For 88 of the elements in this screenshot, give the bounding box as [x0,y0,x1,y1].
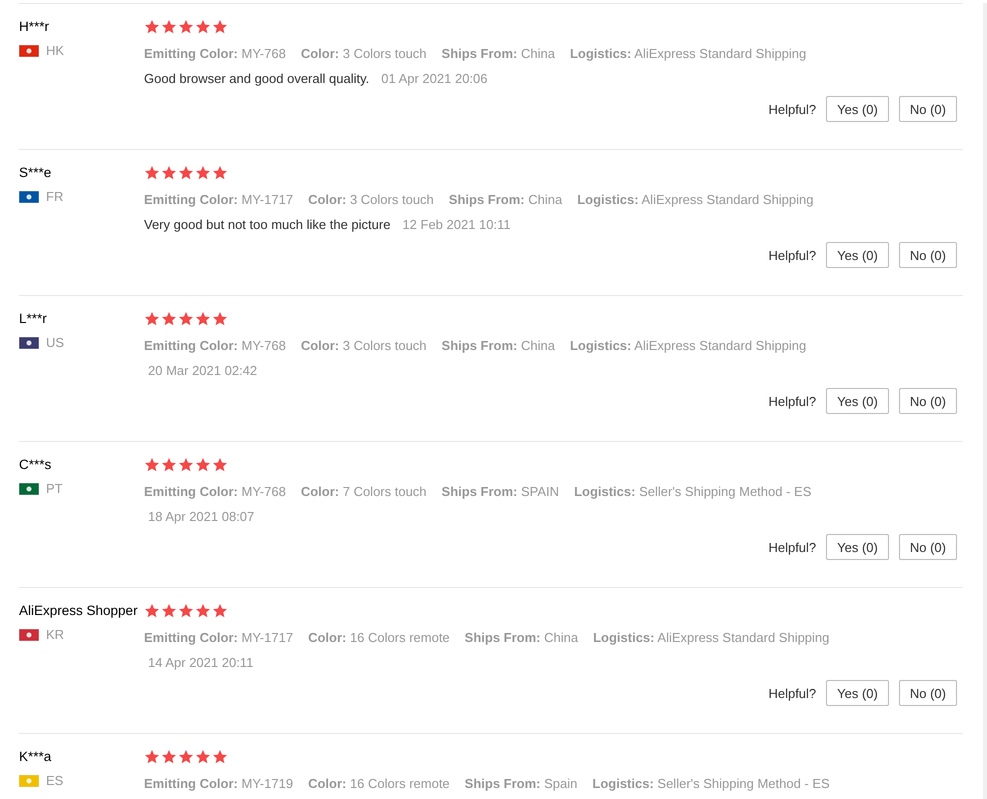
star-icon [178,457,194,473]
star-icon [178,603,194,619]
yes-button[interactable]: Yes (0) [826,534,889,560]
attribute-text: Emitting Color: MY-1717 [144,191,294,209]
star-icon [161,165,177,181]
attribute-text: Emitting Color: MY-768 [144,483,286,501]
review-date: 20 Mar 2021 02:42 [148,363,258,378]
review-date: 18 Apr 2021 08:07 [148,509,254,524]
attribute-text: Logistics: Seller's Shipping Method - ES [574,483,812,501]
attribute-text: Ships From: Spain [464,775,578,793]
yes-button[interactable]: Yes (0) [826,96,889,122]
star-icon [144,749,160,765]
star-icon [161,603,177,619]
star-icon [161,749,177,765]
reviewer-name: K***a [19,748,52,766]
no-button[interactable]: No (0) [898,388,957,414]
attribute-text: Logistics: Seller's Shipping Method - ES [592,775,830,793]
attribute-text: Emitting Color: MY-768 [144,337,286,355]
attribute-text: Logistics: AliExpress Standard Shipping [577,191,814,209]
attribute-text: Logistics: AliExpress Standard Shipping [570,337,806,355]
star-icon [178,19,194,35]
star-icon [195,457,211,473]
review-text: Good browser and good overall quality. [144,71,370,86]
reviewer-name: H***r [19,18,50,36]
attribute-text: Ships From: SPAIN [442,483,560,501]
star-icon [178,165,194,181]
attribute-text: Ships From: China [442,45,555,63]
attribute-text: Color: 16 Colors remote [308,629,450,647]
attribute-text: Color: 7 Colors touch [300,483,427,501]
star-icon [212,457,228,473]
country-code: US [46,335,64,350]
star-icon [144,603,160,619]
no-button[interactable]: No (0) [898,534,957,560]
attribute-text: Ships From: China [442,337,555,355]
review-date: 14 Apr 2021 20:11 [148,655,254,670]
review-text: Very good but not too much like the picture [144,217,390,232]
yes-button[interactable]: Yes (0) [826,242,889,268]
attribute-text: Emitting Color: MY-1719 [144,775,294,793]
star-icon [195,19,211,35]
star-icon [161,19,177,35]
attribute-text: Ships From: China [448,191,562,209]
star-icon [195,749,211,765]
attribute-text: Logistics: AliExpress Standard Shipping [593,629,830,647]
attribute-text: Ships From: China [464,629,578,647]
helpful-label: Helpful? [768,102,816,116]
reviewer-name: C***s [19,456,52,474]
star-icon [161,311,177,327]
star-icon [212,749,228,765]
star-icon [195,165,211,181]
star-icon [144,19,160,35]
helpful-label: Helpful? [768,248,816,262]
reviewer-name: AliExpress Shopper [19,602,139,620]
country-code: ES [46,773,64,788]
review-date: 01 Apr 2021 20:06 [381,71,488,86]
star-icon [195,311,211,327]
attribute-text: Color: 3 Colors touch [300,337,427,355]
no-button[interactable]: No (0) [898,96,957,122]
attribute-text: Color: 3 Colors touch [308,191,434,209]
country-code: PT [46,481,63,496]
yes-button[interactable]: Yes (0) [826,680,889,706]
star-icon [178,749,194,765]
attribute-text: Color: 3 Colors touch [300,45,427,63]
star-icon [144,311,160,327]
reviewer-name: S***e [19,164,52,182]
attribute-text: Emitting Color: MY-1717 [144,629,294,647]
yes-button[interactable]: Yes (0) [826,388,889,414]
star-icon [144,165,160,181]
no-button[interactable]: No (0) [898,242,957,268]
review-date: 12 Feb 2021 10:11 [402,217,511,232]
attribute-text: Emitting Color: MY-768 [144,45,286,63]
helpful-label: Helpful? [768,540,816,554]
attribute-text: Logistics: AliExpress Standard Shipping [570,45,806,63]
star-icon [212,19,228,35]
helpful-label: Helpful? [768,686,816,700]
helpful-label: Helpful? [768,394,816,408]
no-button[interactable]: No (0) [898,680,957,706]
star-icon [195,603,211,619]
country-code: HK [46,43,64,58]
country-code: FR [46,189,64,204]
star-icon [212,311,228,327]
country-code: KR [46,627,64,642]
reviewer-name: L***r [19,310,48,328]
star-icon [161,457,177,473]
attribute-text: Color: 16 Colors remote [308,775,450,793]
star-icon [212,603,228,619]
star-icon [212,165,228,181]
star-icon [178,311,194,327]
star-icon [144,457,160,473]
